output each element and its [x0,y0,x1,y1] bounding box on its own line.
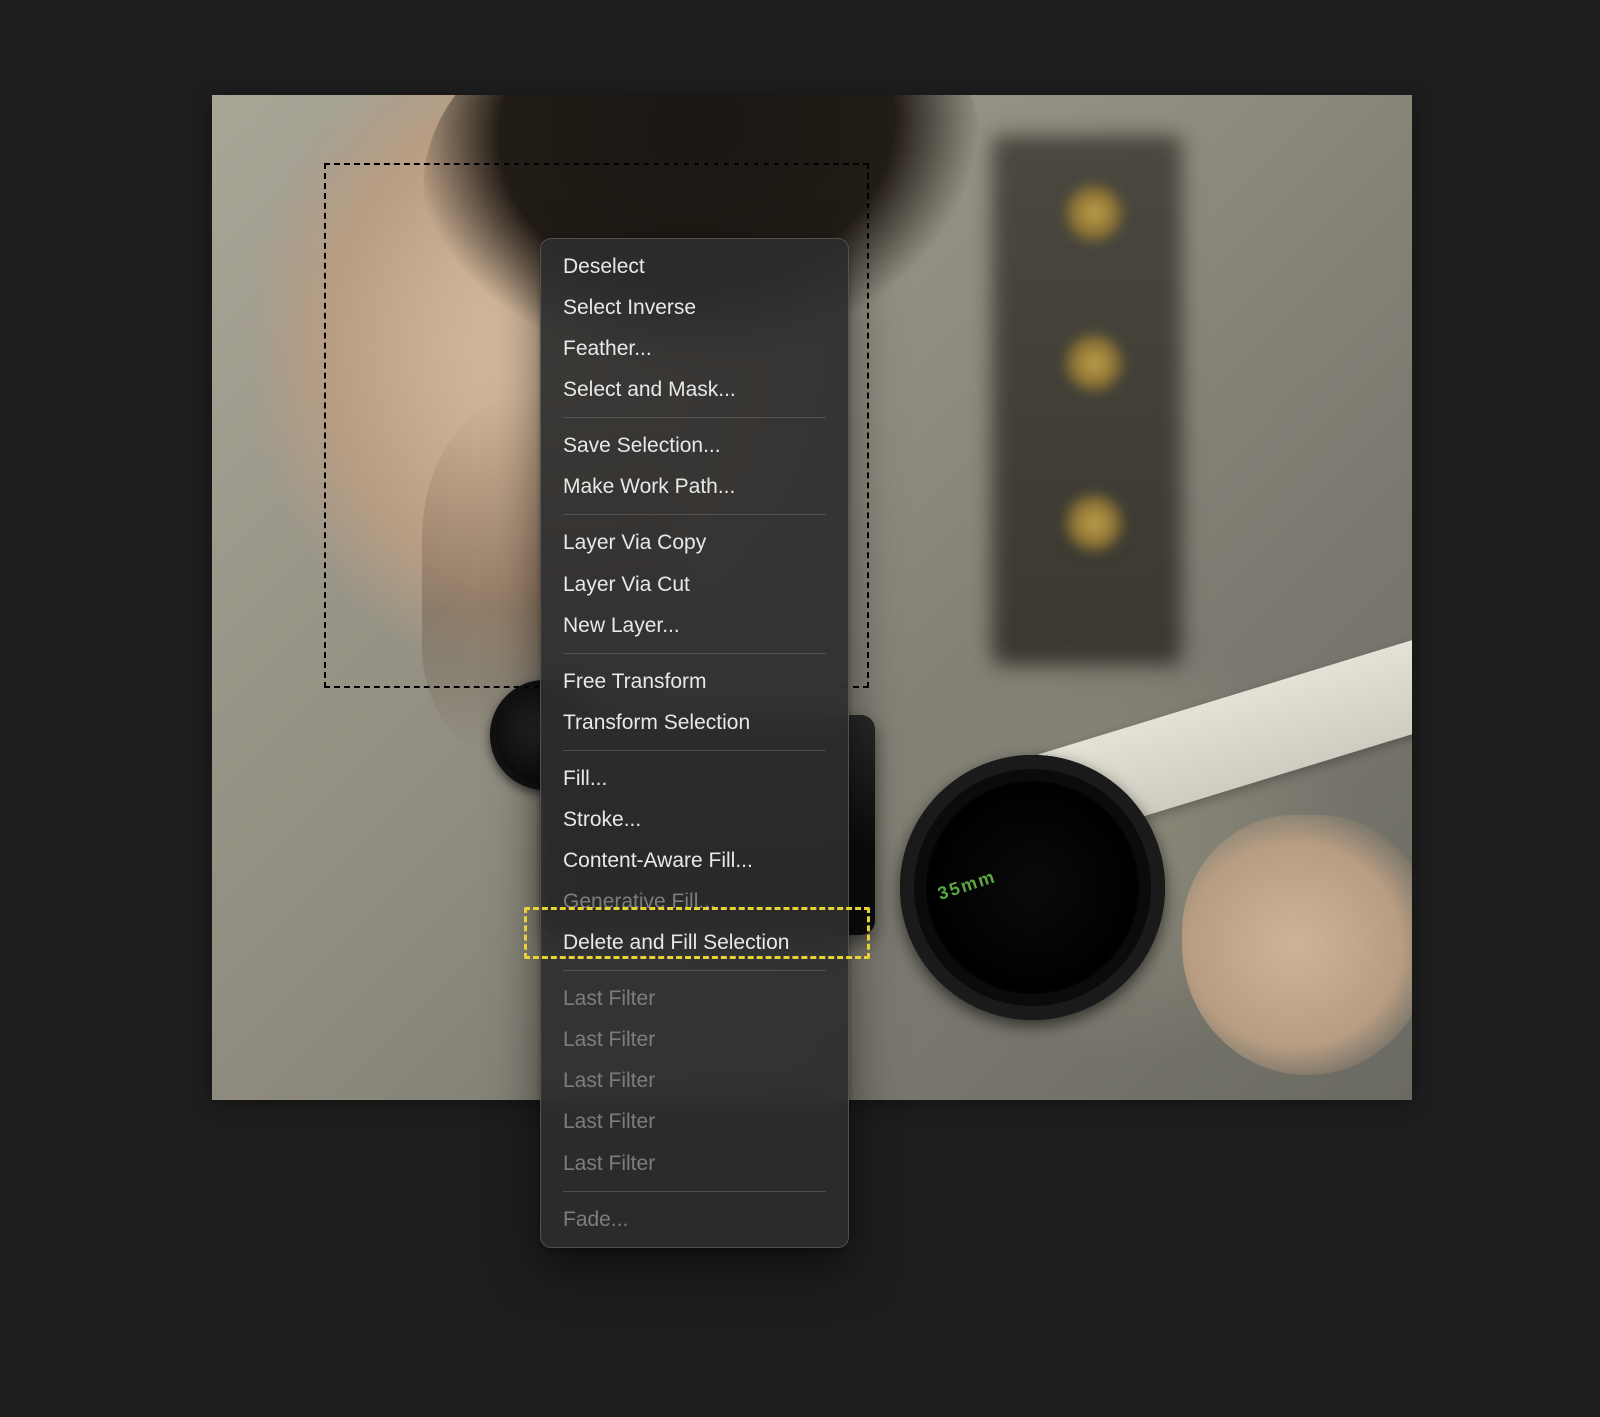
menu-item-fill[interactable]: Fill... [541,758,848,799]
menu-item-feather[interactable]: Feather... [541,328,848,369]
menu-item-last-filter-2: Last Filter [541,1019,848,1060]
background-light-3 [1066,495,1122,551]
menu-item-make-work-path[interactable]: Make Work Path... [541,466,848,507]
menu-item-fade: Fade... [541,1199,848,1240]
context-menu: DeselectSelect InverseFeather...Select a… [540,238,849,1248]
menu-separator [563,514,826,515]
menu-item-new-layer[interactable]: New Layer... [541,605,848,646]
menu-item-free-transform[interactable]: Free Transform [541,661,848,702]
menu-item-last-filter-4: Last Filter [541,1101,848,1142]
menu-item-stroke[interactable]: Stroke... [541,799,848,840]
menu-item-last-filter-5: Last Filter [541,1143,848,1184]
menu-item-generative-fill: Generative Fill... [541,881,848,922]
menu-item-transform-selection[interactable]: Transform Selection [541,702,848,743]
menu-item-select-and-mask[interactable]: Select and Mask... [541,369,848,410]
menu-separator [563,970,826,971]
subject-hand [1182,815,1412,1075]
background-light-1 [1066,185,1122,241]
menu-item-last-filter-3: Last Filter [541,1060,848,1101]
menu-item-save-selection[interactable]: Save Selection... [541,425,848,466]
menu-item-layer-via-copy[interactable]: Layer Via Copy [541,522,848,563]
menu-separator [563,417,826,418]
menu-item-content-aware-fill[interactable]: Content-Aware Fill... [541,840,848,881]
menu-separator [563,653,826,654]
menu-item-deselect[interactable]: Deselect [541,246,848,287]
background-light-2 [1066,335,1122,391]
menu-item-layer-via-cut[interactable]: Layer Via Cut [541,564,848,605]
menu-separator [563,1191,826,1192]
menu-item-delete-and-fill[interactable]: Delete and Fill Selection [541,922,848,963]
menu-separator [563,750,826,751]
menu-item-last-filter-1: Last Filter [541,978,848,1019]
menu-item-select-inverse[interactable]: Select Inverse [541,287,848,328]
